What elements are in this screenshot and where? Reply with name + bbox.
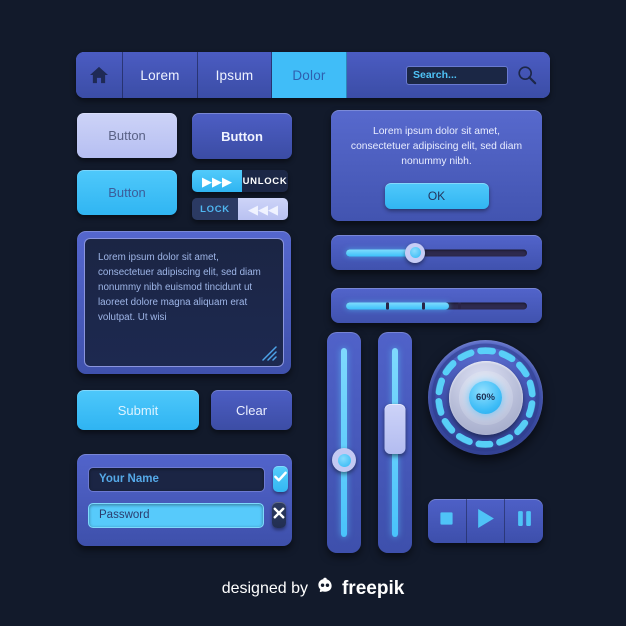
slider-track (346, 249, 527, 256)
freepik-logo-icon (315, 577, 335, 602)
search-area (347, 52, 550, 98)
slider-handle[interactable] (405, 242, 426, 263)
button-dark[interactable]: Button (192, 113, 292, 159)
dialog-ok-label: OK (427, 188, 446, 203)
horizontal-slider-2[interactable] (331, 288, 542, 323)
horizontal-slider-1[interactable] (331, 235, 542, 270)
login-form-panel (77, 454, 292, 546)
form-row-name (88, 466, 288, 492)
button-label: Button (108, 185, 146, 200)
password-input[interactable] (88, 502, 264, 528)
nav-tab-label: Lorem (140, 67, 180, 83)
clear-button[interactable]: Clear (211, 390, 292, 430)
footer-brand-text: freepik (341, 578, 405, 599)
knob-dash-ring-icon (431, 343, 540, 452)
vertical-slider-2[interactable] (378, 332, 412, 553)
form-row-password (88, 502, 286, 528)
nav-home-button[interactable] (76, 52, 123, 98)
nav-tab-dolor[interactable]: Dolor (272, 52, 347, 98)
check-icon (273, 469, 288, 489)
rotary-knob[interactable]: 60% (428, 340, 543, 455)
search-input[interactable] (406, 65, 508, 85)
nav-tab-lorem[interactable]: Lorem (123, 52, 198, 98)
name-input[interactable] (88, 466, 265, 492)
button-light[interactable]: Button (77, 113, 177, 158)
play-icon (476, 508, 495, 534)
media-controls (428, 499, 543, 543)
nav-tab-label: Dolor (292, 67, 326, 83)
home-icon (89, 66, 109, 84)
stop-icon (439, 511, 454, 531)
nav-tab-ipsum[interactable]: Ipsum (198, 52, 272, 98)
footer-credit: designed by freepik (0, 575, 626, 603)
textarea-input[interactable]: Lorem ipsum dolor sit amet, consectetuer… (84, 238, 284, 367)
slider-notch (385, 302, 389, 309)
toggle-unlock[interactable]: ▶▶▶ UNLOCK (192, 170, 288, 192)
slider-track (341, 348, 347, 537)
arrows-right-icon: ▶▶▶ (192, 170, 242, 192)
arrows-left-icon: ◀◀◀ (238, 198, 288, 220)
footer-designed-by-text: designed by (221, 580, 308, 597)
stop-button[interactable] (428, 499, 467, 543)
toggle-lock[interactable]: LOCK ◀◀◀ (192, 198, 288, 220)
close-icon (272, 506, 286, 525)
slider-track (346, 302, 527, 309)
pause-icon (517, 510, 532, 532)
toggle-lock-label: LOCK (192, 198, 238, 220)
accept-button[interactable] (273, 466, 288, 492)
clear-label: Clear (235, 402, 268, 418)
pause-button[interactable] (505, 499, 543, 543)
nav-tab-label: Ipsum (215, 67, 254, 83)
slider-handle[interactable] (384, 404, 406, 455)
slider-notch (422, 302, 426, 309)
slider-handle[interactable] (332, 448, 356, 473)
slider-notch (458, 302, 462, 309)
button-label: Button (221, 128, 263, 144)
toggle-unlock-label: UNLOCK (242, 170, 288, 192)
dialog-ok-button[interactable]: OK (384, 182, 489, 209)
play-button[interactable] (467, 499, 506, 543)
submit-label: Submit (117, 402, 159, 418)
button-cyan[interactable]: Button (77, 170, 177, 215)
slider-fill (346, 302, 450, 309)
dialog-box: Lorem ipsum dolor sit amet, consectetuer… (331, 110, 542, 221)
textarea-panel: Lorem ipsum dolor sit amet, consectetuer… (77, 231, 291, 374)
dialog-message: Lorem ipsum dolor sit amet, consectetuer… (350, 126, 523, 168)
search-icon[interactable] (517, 65, 537, 85)
textarea-value: Lorem ipsum dolor sit amet, consectetuer… (98, 252, 261, 323)
vertical-slider-1[interactable] (327, 332, 361, 553)
ui-kit-canvas: Lorem Ipsum Dolor Button Button Button ▶… (0, 0, 626, 626)
button-label: Button (108, 128, 146, 143)
reject-button[interactable] (272, 502, 286, 528)
navigation-bar: Lorem Ipsum Dolor (76, 52, 550, 98)
submit-button[interactable]: Submit (77, 390, 199, 430)
resize-grip-icon[interactable] (261, 345, 277, 361)
